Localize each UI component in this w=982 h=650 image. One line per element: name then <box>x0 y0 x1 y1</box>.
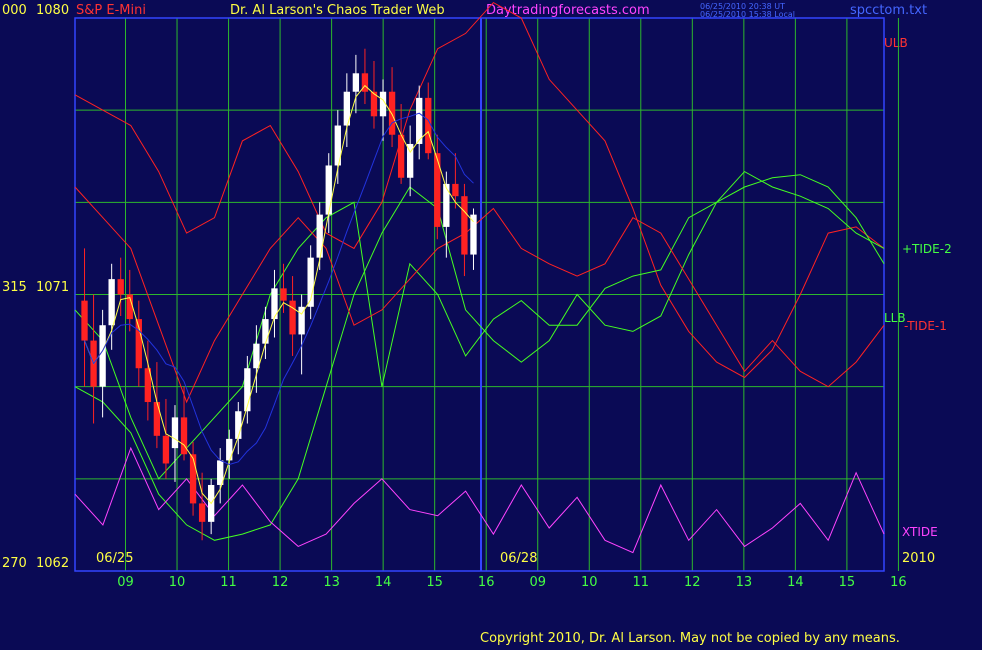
candle-body <box>416 97 423 144</box>
candle-body <box>162 435 170 464</box>
candle-body <box>81 300 88 341</box>
x-tick-label: 16 <box>478 575 495 590</box>
candle-body <box>235 411 242 439</box>
series-line-llb <box>74 170 885 541</box>
candle-body <box>434 153 441 227</box>
candle-body <box>397 134 405 178</box>
series-line-xtide <box>74 446 885 554</box>
x-tick-label: 13 <box>736 575 753 590</box>
candle-body <box>253 343 260 369</box>
x-tick-label: 09 <box>117 575 134 590</box>
series-line-ulb <box>74 1 885 379</box>
candle-body <box>117 279 124 295</box>
x-tick-label: 12 <box>272 575 289 590</box>
candle-body <box>461 196 468 255</box>
candle-body <box>99 325 106 387</box>
x-tick-label: 11 <box>220 575 237 590</box>
x-tick-label: 13 <box>323 575 340 590</box>
candle-body <box>262 319 269 344</box>
candle-body <box>289 300 296 335</box>
x-tick-label: 16 <box>890 575 907 590</box>
x-tick-label: 09 <box>529 575 546 590</box>
candle-body <box>108 279 115 326</box>
x-tick-label: 14 <box>787 575 804 590</box>
candle-body <box>316 214 323 258</box>
candle-body <box>352 73 360 92</box>
candle-body <box>280 288 287 301</box>
candle-body <box>271 288 278 320</box>
x-tick-label: 14 <box>375 575 392 590</box>
candle-body <box>425 97 432 154</box>
candle-body <box>470 214 477 255</box>
candle-body <box>443 183 450 227</box>
candle-body <box>153 402 161 436</box>
candle-body <box>189 454 197 504</box>
x-tick-label: 11 <box>633 575 650 590</box>
x-tick-label: 10 <box>581 575 598 590</box>
x-tick-label: 15 <box>426 575 443 590</box>
candle-body <box>325 165 332 215</box>
x-tick-label: 12 <box>684 575 701 590</box>
candle-body <box>198 503 206 522</box>
candle-body <box>452 183 459 197</box>
x-tick-label: 10 <box>169 575 186 590</box>
moving-average-slow <box>84 112 474 466</box>
chart-canvas: 09 10 11 12 13 14 15 16 09 10 11 12 13 14 15 16 <box>74 1 907 590</box>
candle-body <box>226 438 233 461</box>
candle-body <box>388 91 396 135</box>
candle-body <box>171 417 179 449</box>
x-tick-label: 15 <box>839 575 856 590</box>
